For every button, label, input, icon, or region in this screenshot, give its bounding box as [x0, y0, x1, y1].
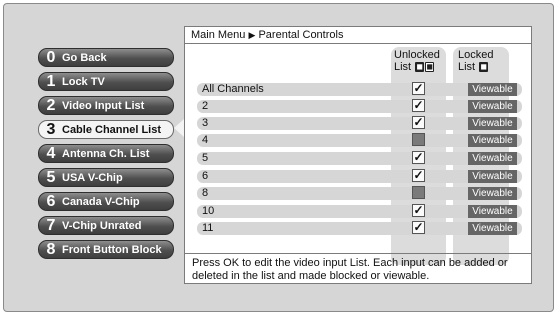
unlock-icon: ◼ — [425, 62, 435, 73]
tv-screen: 0 Go Back 1 Lock TV 2 Video Input List 3… — [3, 3, 554, 312]
viewable-status-button[interactable]: Viewable — [468, 152, 517, 165]
breadcrumb-current: Parental Controls — [258, 29, 344, 41]
channel-label: 2 — [202, 100, 209, 112]
menu-item-number: 8 — [46, 240, 56, 258]
viewable-status-button[interactable]: Viewable — [468, 134, 517, 147]
channel-row[interactable]: 4 Viewable — [197, 133, 522, 147]
breadcrumb-separator-icon: ▶ — [248, 30, 256, 40]
unlocked-list-checkbox[interactable]: ✓ — [412, 82, 425, 95]
channel-row[interactable]: All Channels ✓ Viewable — [197, 82, 522, 96]
channel-row[interactable]: 11 ✓ Viewable — [197, 221, 522, 235]
selection-pointer — [174, 119, 184, 137]
channel-row[interactable]: 3 ✓ Viewable — [197, 116, 522, 130]
breadcrumb: Main Menu ▶ Parental Controls — [191, 29, 343, 41]
locked-list-header: Locked List ◼ — [458, 49, 493, 73]
channel-row[interactable]: 10 ✓ Viewable — [197, 204, 522, 218]
channel-label: 4 — [202, 134, 209, 146]
menu-item-label: Video Input List — [62, 99, 145, 112]
menu-item-number: 7 — [46, 216, 56, 234]
menu-item-canada-v-chip[interactable]: 6 Canada V-Chip — [38, 192, 174, 211]
unlocked-list-checkbox[interactable]: ✓ — [412, 169, 425, 182]
menu-item-number: 2 — [46, 96, 56, 114]
help-text: Press OK to edit the video input List. E… — [192, 257, 508, 282]
menu-item-number: 3 — [46, 120, 56, 138]
channel-label: 8 — [202, 187, 209, 199]
viewable-status-button[interactable]: Viewable — [468, 187, 517, 200]
menu-item-lock-tv[interactable]: 1 Lock TV — [38, 72, 174, 91]
menu-item-label: USA V-Chip — [62, 171, 123, 184]
menu-item-label: V-Chip Unrated — [62, 219, 142, 232]
breadcrumb-root[interactable]: Main Menu — [191, 29, 245, 41]
menu-item-cable-channel-list[interactable]: 3 Cable Channel List — [38, 120, 174, 139]
unlocked-header-line2: List — [394, 61, 412, 73]
unlocked-list-checkbox[interactable]: ✓ — [412, 204, 425, 217]
channel-row[interactable]: 5 ✓ Viewable — [197, 151, 522, 165]
menu-item-label: Lock TV — [62, 75, 105, 88]
unlocked-list-checkbox[interactable] — [412, 186, 425, 199]
channel-row[interactable]: 6 ✓ Viewable — [197, 169, 522, 183]
viewable-status-button[interactable]: Viewable — [468, 222, 517, 235]
channel-label: All Channels — [202, 83, 264, 95]
menu-item-number: 6 — [46, 192, 56, 210]
channel-label: 3 — [202, 117, 209, 129]
unlocked-list-header: Unlocked List ◼ ◼ — [394, 49, 440, 73]
locked-header-line1: Locked — [458, 49, 494, 61]
viewable-status-button[interactable]: Viewable — [468, 117, 517, 130]
unlocked-list-checkbox[interactable]: ✓ — [412, 116, 425, 129]
channel-row[interactable]: 2 ✓ Viewable — [197, 99, 522, 113]
menu-item-label: Cable Channel List — [62, 123, 162, 136]
menu-item-label: Front Button Block — [62, 243, 162, 256]
lock-icon: ◼ — [479, 62, 489, 73]
viewable-status-button[interactable]: Viewable — [468, 205, 517, 218]
channel-label: 11 — [202, 222, 214, 234]
lock-icon: ◼ — [415, 62, 425, 73]
menu-item-number: 5 — [46, 168, 56, 186]
divider — [185, 253, 531, 254]
menu-item-v-chip-unrated[interactable]: 7 V-Chip Unrated — [38, 216, 174, 235]
unlocked-list-checkbox[interactable] — [412, 133, 425, 146]
menu-item-antenna-ch-list[interactable]: 4 Antenna Ch. List — [38, 144, 174, 163]
menu-item-label: Go Back — [62, 51, 107, 64]
menu-item-front-button-block[interactable]: 8 Front Button Block — [38, 240, 174, 259]
menu-item-label: Antenna Ch. List — [62, 147, 150, 160]
channel-label: 6 — [202, 170, 209, 182]
unlocked-list-checkbox[interactable]: ✓ — [412, 221, 425, 234]
parental-controls-panel: Main Menu ▶ Parental Controls Unlocked L… — [184, 26, 532, 284]
viewable-status-button[interactable]: Viewable — [468, 83, 517, 96]
viewable-status-button[interactable]: Viewable — [468, 170, 517, 183]
menu-item-number: 4 — [46, 144, 56, 162]
divider — [185, 43, 531, 44]
channel-label: 10 — [202, 205, 215, 217]
unlocked-list-checkbox[interactable]: ✓ — [412, 99, 425, 112]
unlocked-list-checkbox[interactable]: ✓ — [412, 151, 425, 164]
menu-item-number: 1 — [46, 72, 56, 90]
channel-row[interactable]: 8 Viewable — [197, 186, 522, 200]
menu-item-video-input-list[interactable]: 2 Video Input List — [38, 96, 174, 115]
locked-header-line2: List — [458, 61, 476, 73]
channel-label: 5 — [202, 152, 209, 164]
menu-item-usa-v-chip[interactable]: 5 USA V-Chip — [38, 168, 174, 187]
menu-item-number: 0 — [46, 48, 56, 66]
menu-item-label: Canada V-Chip — [62, 195, 140, 208]
menu-item-go-back[interactable]: 0 Go Back — [38, 48, 174, 67]
unlocked-header-line1: Unlocked — [394, 49, 440, 61]
viewable-status-button[interactable]: Viewable — [468, 100, 517, 113]
